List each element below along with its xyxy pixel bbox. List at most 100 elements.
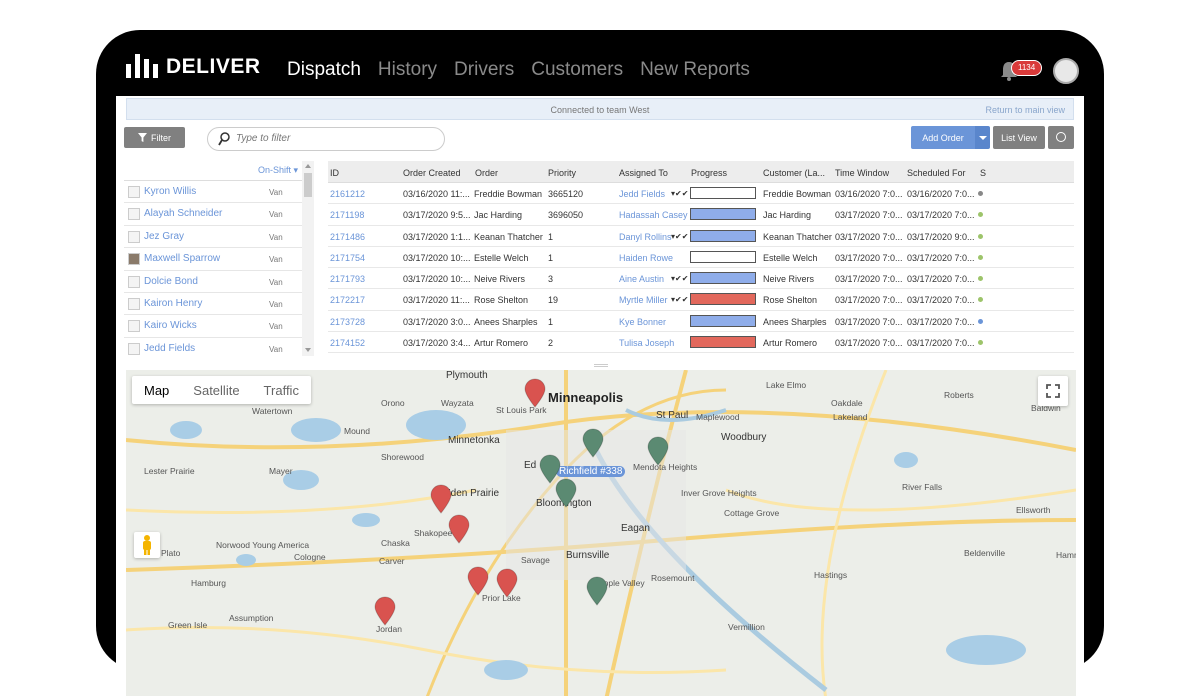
map-label-inver-grove-heights: Inver Grove Heights xyxy=(681,488,757,498)
map-pin-red[interactable] xyxy=(524,378,546,408)
time-window: 03/17/2020 7:0... xyxy=(835,231,903,242)
order-id-link[interactable]: 2171754 xyxy=(330,253,365,263)
column-header[interactable]: Order Created xyxy=(403,168,461,178)
map-label-minnetonka: Minnetonka xyxy=(448,435,500,446)
driver-row[interactable]: Kairo Wicks Van xyxy=(124,315,312,338)
status-dot xyxy=(978,233,983,239)
map-pin-red[interactable] xyxy=(374,596,396,626)
driver-avatar xyxy=(128,275,140,288)
user-avatar[interactable] xyxy=(1053,58,1079,84)
driver-name: Kairo Wicks xyxy=(144,320,197,332)
nav-new-reports[interactable]: New Reports xyxy=(640,59,750,81)
tab-satellite[interactable]: Satellite xyxy=(181,376,251,404)
toolbar: Filter Add Order List View xyxy=(116,124,1084,158)
deliver-logo[interactable]: DELIVER xyxy=(126,54,261,78)
column-header[interactable]: S xyxy=(980,168,986,178)
driver-row[interactable]: Jez Gray Van xyxy=(124,226,312,249)
map-pin-green[interactable] xyxy=(582,428,604,458)
assigned-driver-link[interactable]: Danyl Rollins xyxy=(619,232,672,242)
map-pin-red[interactable] xyxy=(448,514,470,544)
assigned-driver-link[interactable]: Haiden Rowe xyxy=(619,253,673,263)
status-dot xyxy=(978,340,983,346)
driver-row[interactable]: Kyron Willis Van xyxy=(124,181,312,204)
nav-history[interactable]: History xyxy=(378,59,437,81)
assigned-driver-link[interactable]: Jedd Fields xyxy=(619,189,665,199)
driver-row[interactable]: Jedd Fields Van xyxy=(124,338,312,356)
order-row[interactable]: 2161212 03/16/2020 11:... Freddie Bowman 36… xyxy=(328,183,1074,205)
order-name: Estelle Welch xyxy=(474,252,529,263)
street-view-pegman[interactable] xyxy=(134,532,160,558)
order-id-link[interactable]: 2173728 xyxy=(330,317,365,327)
map-type-tabs: Map Satellite Traffic xyxy=(132,376,311,404)
map-view[interactable]: Plymouth Minneapolis St Louis Park St Pa… xyxy=(126,370,1076,696)
column-header[interactable]: Priority xyxy=(548,168,576,178)
order-row[interactable]: 2171486 03/17/2020 1:1... Keanan Thatcher 1… xyxy=(328,226,1074,247)
fullscreen-button[interactable] xyxy=(1038,376,1068,406)
column-header[interactable]: Assigned To xyxy=(619,168,668,178)
order-id-link[interactable]: 2174152 xyxy=(330,338,365,348)
driver-row[interactable]: Dolcie Bond Van xyxy=(124,271,312,293)
column-header[interactable]: Order xyxy=(475,168,498,178)
order-row[interactable]: 2172217 03/17/2020 11:... Rose Shelton 19 My… xyxy=(328,289,1074,311)
nav-dispatch[interactable]: Dispatch xyxy=(287,59,361,81)
customer-name: Jac Harding xyxy=(763,210,812,221)
scheduled-for: 03/17/2020 9:0... xyxy=(907,231,975,242)
orders-table: ID Order Created Order Priority Assigned To P… xyxy=(328,161,1074,356)
tab-map[interactable]: Map xyxy=(132,376,181,404)
map-label-hastings: Hastings xyxy=(814,570,848,580)
map-label-vermillion: Vermillion xyxy=(728,622,765,632)
return-to-main-view-link[interactable]: Return to main view xyxy=(985,105,1065,115)
order-row[interactable]: 2173728 03/17/2020 3:0... Anees Sharples 1 K… xyxy=(328,311,1074,333)
driver-row[interactable]: Maxwell Sparrow Van xyxy=(124,248,312,271)
tab-traffic[interactable]: Traffic xyxy=(252,376,311,404)
order-id-link[interactable]: 2172217 xyxy=(330,295,365,305)
on-shift-filter[interactable]: On-Shift ▾ xyxy=(124,161,312,181)
progress-bar xyxy=(690,293,756,306)
column-header[interactable]: Progress xyxy=(691,168,727,178)
nav-drivers[interactable]: Drivers xyxy=(454,59,514,81)
assigned-driver-link[interactable]: Hadassah Casey xyxy=(619,210,688,220)
order-id-link[interactable]: 2171793 xyxy=(330,274,365,284)
order-row[interactable]: 2171198 03/17/2020 9:5... Jac Harding 36960… xyxy=(328,204,1074,226)
list-view-button[interactable]: List View xyxy=(993,126,1045,149)
driver-vehicle: Van xyxy=(269,299,283,309)
order-created: 03/17/2020 9:5... xyxy=(403,210,471,221)
order-row[interactable]: 2171754 03/17/2020 10:... Estelle Welch 1 Ha… xyxy=(328,247,1074,269)
map-pin-red[interactable] xyxy=(496,568,518,598)
map-pin-red[interactable] xyxy=(430,484,452,514)
map-label-shakopee: Shakopee xyxy=(414,528,453,538)
nav-customers[interactable]: Customers xyxy=(531,59,623,81)
filter-button[interactable]: Filter xyxy=(124,127,185,148)
assigned-driver-link[interactable]: Aine Austin xyxy=(619,274,664,284)
column-header[interactable]: Scheduled For xyxy=(907,168,966,178)
column-header[interactable]: Time Window xyxy=(835,168,889,178)
map-pin-green[interactable] xyxy=(586,576,608,606)
assigned-driver-link[interactable]: Kye Bonner xyxy=(619,317,666,327)
driver-row[interactable]: Kairon Henry Van xyxy=(124,293,312,316)
column-header[interactable]: ID xyxy=(330,168,339,178)
driver-list-scrollbar[interactable] xyxy=(302,161,314,356)
assigned-driver-link[interactable]: Tulisa Joseph xyxy=(619,338,674,348)
order-row[interactable]: 2174152 03/17/2020 3:4... Artur Romero 2 Tul… xyxy=(328,332,1074,354)
map-label-lester-prairie: Lester Prairie xyxy=(144,466,195,476)
order-id-link[interactable]: 2161212 xyxy=(330,189,365,199)
driver-avatar xyxy=(128,230,140,243)
order-id-link[interactable]: 2171486 xyxy=(330,232,365,242)
search-box[interactable] xyxy=(207,127,445,151)
map-pin-red[interactable] xyxy=(467,566,489,596)
add-order-dropdown-button[interactable] xyxy=(975,126,990,149)
map-label-wayzata: Wayzata xyxy=(441,398,474,408)
resize-handle[interactable] xyxy=(594,364,608,367)
order-id-link[interactable]: 2171198 xyxy=(330,210,364,220)
map-pin-green[interactable] xyxy=(647,436,669,466)
assigned-driver-link[interactable]: Myrtle Miller xyxy=(619,295,668,305)
search-input[interactable] xyxy=(236,133,426,144)
add-order-button[interactable]: Add Order xyxy=(911,126,975,149)
order-row[interactable]: 2171793 03/17/2020 10:... Neive Rivers 3 Ain… xyxy=(328,268,1074,290)
driver-name: Alayah Schneider xyxy=(144,208,223,220)
globe-button[interactable] xyxy=(1048,126,1074,149)
driver-row[interactable]: Alayah Schneider Van xyxy=(124,203,312,226)
map-label-oakdale: Oakdale xyxy=(831,398,863,408)
map-pin-green[interactable] xyxy=(555,478,577,508)
column-header[interactable]: Customer (La... xyxy=(763,168,825,178)
